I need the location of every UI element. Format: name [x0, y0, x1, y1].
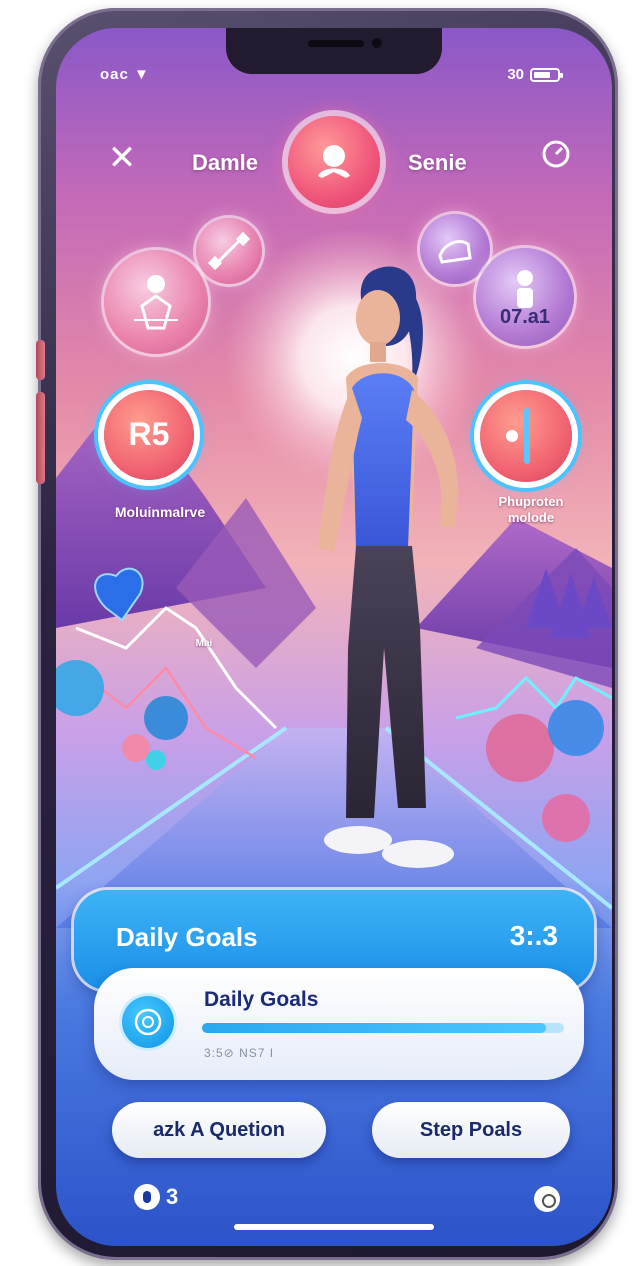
chart-label: Mai	[195, 638, 213, 649]
metric-ring-right[interactable]	[480, 390, 572, 482]
volume-up-button	[36, 340, 45, 380]
timer-icon	[542, 140, 570, 168]
carrier-text: oac	[100, 66, 129, 83]
right-metric-caption: Phuproten molode	[498, 494, 564, 525]
goal-progress-bar	[202, 1023, 564, 1033]
metric-bubble-workout[interactable]	[104, 250, 208, 354]
volume-down-button	[36, 392, 45, 484]
bottom-left-value: 3	[166, 1184, 179, 1209]
split-icon	[506, 408, 530, 464]
battery-label: 30	[507, 66, 524, 83]
progress-subtext: 3:5⊘ NS7 I	[204, 1046, 275, 1060]
signal-icon: ▼	[134, 66, 150, 83]
close-icon: ✕	[107, 139, 137, 177]
target-icon	[122, 996, 174, 1048]
metric-ring-left[interactable]: R5	[104, 390, 194, 480]
home-indicator[interactable]	[234, 1224, 434, 1230]
stats-value: 07.a1	[499, 306, 551, 328]
header-left-label[interactable]: Damle	[192, 150, 258, 176]
bottom-left-indicator[interactable]: 3	[134, 1184, 178, 1210]
app-screen: oac ▼ 30 ✕ Damle Senie 07.a1 R5 Moluinma…	[56, 28, 612, 1246]
front-camera	[372, 38, 382, 48]
battery-icon	[530, 67, 563, 82]
status-carrier: oac ▼	[100, 66, 150, 83]
goal-progress-fill	[202, 1023, 546, 1033]
ask-question-button[interactable]: azk A Quetion	[112, 1102, 326, 1158]
settings-dot-button[interactable]	[534, 1186, 560, 1212]
daily-goals-count: 3:.3	[509, 920, 558, 951]
person-icon	[318, 145, 350, 178]
goal-progress-card[interactable]: Daily Goals 3:5⊘ NS7 I	[94, 968, 584, 1080]
step-goals-button[interactable]: Step Poals	[372, 1102, 570, 1158]
metric-bubble-stats[interactable]: 07.a1	[476, 248, 574, 346]
drop-icon	[134, 1184, 160, 1210]
status-battery: 30	[507, 66, 563, 83]
ring-value: R5	[128, 416, 170, 452]
notch	[226, 28, 442, 74]
speaker	[308, 40, 364, 47]
close-button[interactable]: ✕	[102, 138, 142, 178]
person-stats-icon	[517, 270, 533, 308]
workout-icon	[134, 275, 178, 330]
left-metric-caption: Moluinmalrve	[114, 504, 206, 520]
timer-button[interactable]	[536, 134, 576, 174]
profile-avatar-button[interactable]	[288, 116, 380, 208]
progress-label: Daily Goals	[204, 988, 319, 1011]
header-right-label[interactable]: Senie	[408, 150, 467, 176]
daily-goals-title: Daily Goals	[116, 922, 258, 952]
